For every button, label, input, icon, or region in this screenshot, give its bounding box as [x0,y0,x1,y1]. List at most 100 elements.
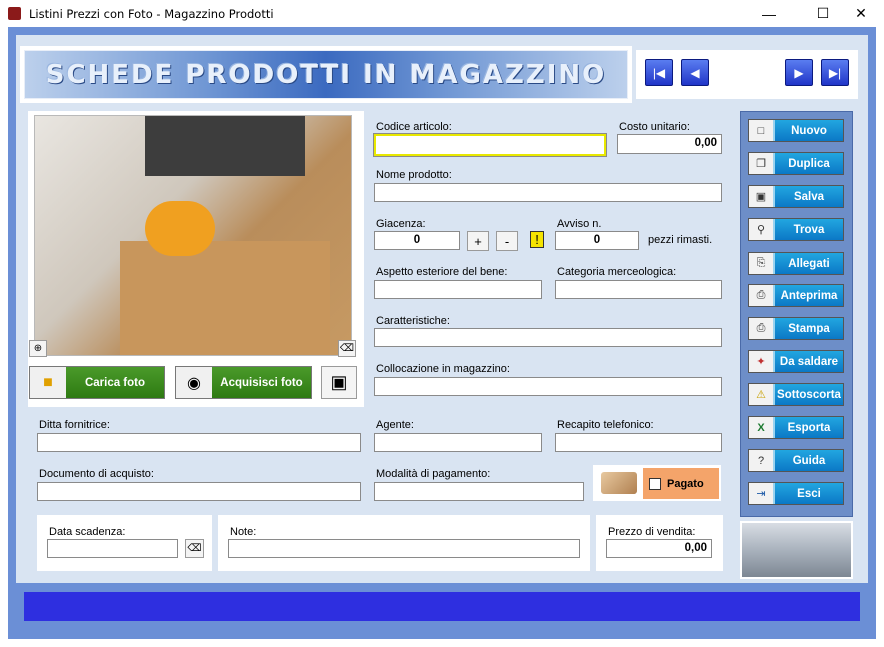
sidebar-item-duplica[interactable]: ❐ Duplica [748,152,844,175]
prezzo-label: Prezzo di vendita: [608,526,696,538]
exit-icon: ⇥ [756,488,766,500]
floppy-icon: ▣ [755,191,767,203]
nome-label: Nome prodotto: [376,169,452,181]
collocazione-input[interactable] [374,377,722,396]
ditta-input[interactable] [37,433,361,452]
checkbox-icon [649,477,661,490]
sidebar-item-nuovo[interactable]: □ Nuovo [748,119,844,142]
sidebar-item-anteprima[interactable]: ⎙ Anteprima [748,284,844,307]
help-icon: ? [757,454,765,467]
folder-icon: ■ [43,373,53,391]
sidebar-item-sottoscorta[interactable]: ⚠ Sottoscorta [748,383,844,406]
save-photo-button[interactable]: ▣ [321,366,357,399]
modalita-input[interactable] [374,482,584,501]
scadenza-label: Data scadenza: [49,526,126,538]
documento-input[interactable] [37,482,361,501]
note-label: Note: [230,526,257,538]
sidebar-item-guida[interactable]: ? Guida [748,449,844,472]
note-input[interactable] [228,539,580,558]
eraser-icon: ⌫ [339,343,355,354]
avviso-input[interactable]: 0 [555,231,639,250]
banner-title: SCHEDE PRODOTTI IN MAGAZZINO [45,59,607,90]
last-record-button[interactable]: ▶| [821,59,849,86]
scadenza-input[interactable] [47,539,178,558]
duplicate-icon: ❐ [756,158,766,170]
status-bar [24,592,860,621]
agente-input[interactable] [374,433,542,452]
sidebar-item-label: Da saldare [773,351,843,372]
sidebar-item-label: Duplica [773,153,843,174]
recapito-input[interactable] [555,433,722,452]
acquire-photo-button[interactable]: ◉ Acquisisci foto [175,366,312,399]
product-photo [34,115,352,356]
app-icon [8,7,21,20]
giacenza-input[interactable]: 0 [374,231,460,250]
car-icon: ✦ [756,356,766,368]
pagato-label: Pagato [667,477,704,490]
clear-date-button[interactable]: ⌫ [185,539,204,558]
erase-photo-button[interactable]: ⌫ [338,340,356,357]
sidebar-item-label: Esporta [773,417,843,438]
close-button[interactable]: ✕ [838,0,884,27]
sidebar-item-stampa[interactable]: ⎙ Stampa [748,317,844,340]
prev-record-button[interactable]: ◀ [681,59,709,86]
sidebar-item-salva[interactable]: ▣ Salva [748,185,844,208]
photo-tape-dispenser [145,201,215,256]
sidebar-item-label: Stampa [773,318,843,339]
banner: SCHEDE PRODOTTI IN MAGAZZINO [24,50,628,99]
ditta-label: Ditta fornitrice: [39,419,110,431]
title-bar: Listini Prezzi con Foto - Magazzino Prod… [0,0,884,27]
warning-icon: ! [526,229,548,249]
caratteristiche-input[interactable] [374,328,722,347]
sidebar-item-label: Guida [773,450,843,471]
sidebar-item-label: Salva [773,186,843,207]
warehouse-image [740,521,853,579]
load-photo-label: Carica foto [66,367,164,398]
caratteristiche-label: Caratteristiche: [376,315,450,327]
paperclip-icon: ⎘ [756,257,766,269]
sidebar-item-trova[interactable]: ⚲ Trova [748,218,844,241]
giacenza-label: Giacenza: [376,218,426,230]
recapito-label: Recapito telefonico: [557,419,654,431]
new-document-icon: □ [757,124,765,137]
preview-icon: ⎙ [756,289,766,301]
increase-button[interactable]: + [467,231,489,251]
sidebar-item-esci[interactable]: ⇥ Esci [748,482,844,505]
minimize-button[interactable]: — [746,0,792,27]
sidebar-item-da-saldare[interactable]: ✦ Da saldare [748,350,844,373]
sidebar-item-label: Nuovo [773,120,843,141]
codice-label: Codice articolo: [376,121,452,133]
collocazione-label: Collocazione in magazzino: [376,363,510,375]
first-record-button[interactable]: |◀ [645,59,673,86]
prezzo-input[interactable]: 0,00 [606,539,712,558]
zoom-photo-button[interactable]: ⊕ [29,340,47,357]
load-photo-button[interactable]: ■ Carica foto [29,366,165,399]
nome-input[interactable] [374,183,722,202]
avviso-label: Avviso n. [557,218,602,230]
costo-input[interactable]: 0,00 [617,134,722,154]
agente-label: Agente: [376,419,414,431]
printer-icon: ⎙ [756,322,766,334]
aspetto-input[interactable] [374,280,542,299]
sidebar-item-label: Anteprima [773,285,843,306]
photo-box [120,241,330,355]
warning-icon: ⚠ [756,389,766,401]
pagato-checkbox[interactable]: Pagato [643,468,719,499]
categoria-label: Categoria merceologica: [557,266,677,278]
decrease-button[interactable]: - [496,231,518,251]
sidebar-item-esporta[interactable]: X Esporta [748,416,844,439]
search-icon: ⚲ [756,224,766,236]
floppy-icon: ▣ [330,372,348,392]
eraser-icon: ⌫ [187,543,202,554]
codice-input[interactable] [373,133,607,157]
sidebar-item-allegati[interactable]: ⎘ Allegati [748,252,844,275]
next-record-button[interactable]: ▶ [785,59,813,86]
aspetto-label: Aspetto esteriore del bene: [376,266,508,278]
sidebar-item-label: Sottoscorta [773,384,843,405]
magnifier-icon: ⊕ [33,343,43,354]
money-icon [601,472,637,494]
excel-icon: X [757,421,765,434]
photo-shirt [145,116,305,176]
costo-label: Costo unitario: [619,121,690,133]
categoria-input[interactable] [555,280,722,299]
